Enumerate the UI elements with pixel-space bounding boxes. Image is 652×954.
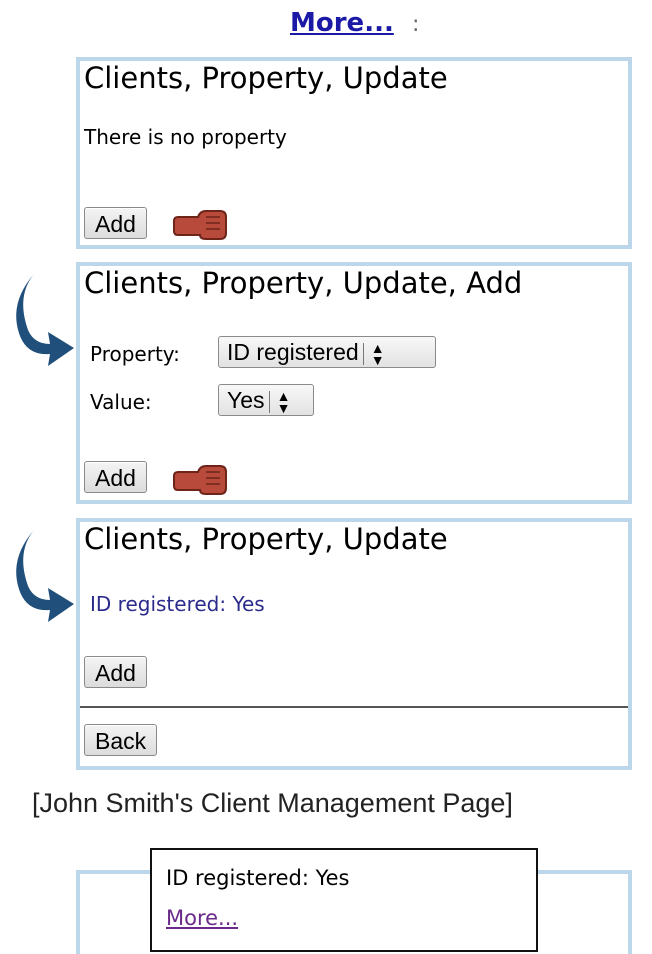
value-select[interactable]: Yes ▲ ▼ (218, 384, 314, 416)
updown-arrows-icon: ▲ ▼ (276, 387, 291, 416)
value-select-value: Yes (227, 387, 265, 413)
panel-update-add: Clients, Property, Update, Add Property:… (76, 262, 632, 504)
panel-update-result: Clients, Property, Update ID registered:… (76, 518, 632, 770)
property-summary-box: ID registered: Yes More... (150, 848, 538, 952)
summary-more-link[interactable]: More... (166, 906, 238, 930)
add-button[interactable]: Add (84, 461, 147, 493)
updown-arrows-icon: ▲ ▼ (370, 339, 385, 368)
property-label: Property: (90, 342, 180, 366)
property-select[interactable]: ID registered ▲ ▼ (218, 336, 436, 368)
panel-title: Clients, Property, Update (84, 61, 448, 95)
summary-property-line: ID registered: Yes (166, 866, 350, 890)
panel-update-empty: Clients, Property, Update There is no pr… (76, 57, 632, 249)
divider (80, 706, 628, 708)
value-label: Value: (90, 390, 152, 414)
property-line: ID registered: Yes (90, 592, 265, 616)
page-caption: [John Smith's Client Management Page] (32, 788, 513, 818)
back-button[interactable]: Back (84, 724, 158, 756)
curved-arrow-icon (16, 530, 74, 622)
property-select-value: ID registered (227, 339, 359, 365)
panel-title: Clients, Property, Update, Add (84, 266, 523, 300)
panel-title: Clients, Property, Update (84, 522, 448, 556)
pointing-hand-icon (173, 210, 227, 240)
add-button[interactable]: Add (84, 656, 147, 688)
more-link-suffix: : (412, 12, 420, 37)
pointing-hand-icon (173, 465, 227, 495)
no-property-message: There is no property (84, 125, 287, 149)
curved-arrow-icon (16, 274, 74, 366)
add-button[interactable]: Add (84, 207, 147, 239)
more-link[interactable]: More... (290, 8, 394, 38)
